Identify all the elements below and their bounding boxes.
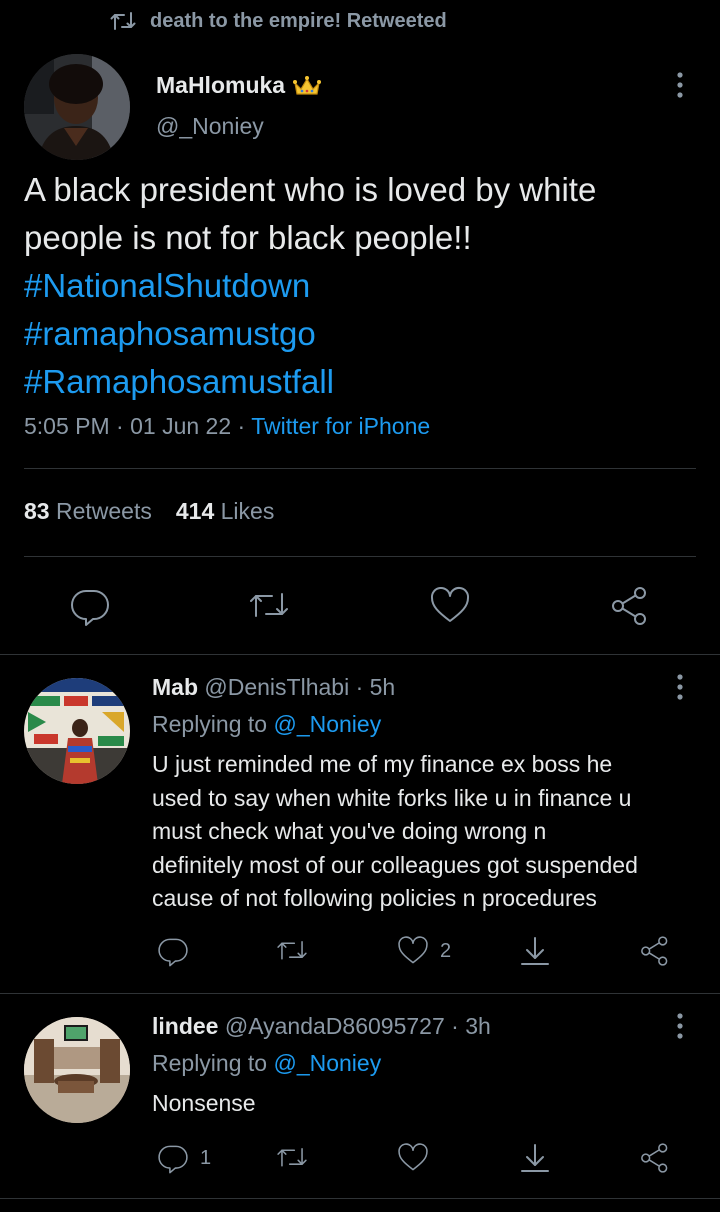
meta-separator: · xyxy=(116,413,124,439)
retweet-button[interactable] xyxy=(274,933,320,969)
like-count: 2 xyxy=(440,939,452,962)
reply-time: · 5h xyxy=(355,674,396,700)
share-button[interactable] xyxy=(638,1140,672,1176)
divider xyxy=(0,654,720,655)
divider xyxy=(24,556,696,557)
share-icon xyxy=(638,1141,672,1175)
retweet-banner: death to the empire! Retweeted xyxy=(110,6,447,36)
replying-to: Replying to @_Noniey xyxy=(152,711,381,738)
replying-to-label: Replying to xyxy=(152,711,268,737)
reply-button[interactable]: 1 xyxy=(156,1140,211,1176)
retweets-count: 83 xyxy=(24,498,50,524)
reply-button[interactable] xyxy=(156,933,200,969)
reply-header: lindee @AyandaD86095727 · 3h xyxy=(152,1013,491,1040)
more-options-icon[interactable] xyxy=(670,70,690,100)
tweet-text-line: A black president who is loved by white xyxy=(24,171,597,208)
tweet-date: 01 Jun 22 xyxy=(130,413,232,439)
reply-text: Nonsense xyxy=(152,1087,707,1121)
share-icon xyxy=(638,934,672,968)
like-button[interactable]: 2 xyxy=(396,933,451,969)
hashtag-link[interactable]: #ramaphosamustgo xyxy=(24,310,704,358)
reply-icon xyxy=(156,934,190,968)
reply-text-line: U just reminded me of my finance ex boss… xyxy=(152,751,613,777)
divider xyxy=(0,993,720,994)
like-icon[interactable] xyxy=(428,584,472,628)
retweet-icon xyxy=(274,934,310,968)
like-icon xyxy=(396,934,430,968)
reply-text-line: must check what you've doing wrong n xyxy=(152,818,547,844)
tweet-stats: 83 Retweets 414 Likes xyxy=(24,498,274,525)
retweets-label: Retweets xyxy=(55,498,152,524)
reply-author-name[interactable]: lindee xyxy=(152,1013,218,1039)
tweet-text-line: people is not for black people!! xyxy=(24,219,472,256)
more-options-icon[interactable] xyxy=(670,1011,690,1041)
retweet-banner-text: death to the empire! Retweeted xyxy=(150,9,447,32)
reply-author-name[interactable]: Mab xyxy=(152,674,198,700)
replying-to-handle[interactable]: @_Noniey xyxy=(273,711,381,737)
hashtag-link[interactable]: #Ramaphosamustfall xyxy=(24,358,704,406)
tweet-text: A black president who is loved by white … xyxy=(24,166,704,406)
reply-avatar[interactable] xyxy=(24,678,130,784)
retweet-icon xyxy=(274,1141,310,1175)
reply-count: 1 xyxy=(200,1146,212,1169)
like-button[interactable] xyxy=(396,1140,440,1176)
share-button[interactable] xyxy=(638,933,672,969)
download-icon xyxy=(518,1141,552,1175)
reply-icon[interactable] xyxy=(68,584,112,628)
replying-to-handle[interactable]: @_Noniey xyxy=(273,1050,381,1076)
reply-text: U just reminded me of my finance ex boss… xyxy=(152,748,707,916)
author-avatar[interactable] xyxy=(24,54,130,160)
reply-author-handle[interactable]: @DenisTlhabi xyxy=(204,674,349,700)
retweet-button[interactable] xyxy=(274,1140,320,1176)
likes-count: 414 xyxy=(175,498,215,524)
author-handle[interactable]: @_Noniey xyxy=(156,113,264,140)
author-name[interactable]: MaHlomuka xyxy=(156,72,322,99)
tweet-time: 5:05 PM xyxy=(24,413,110,439)
divider xyxy=(0,1198,720,1199)
retweet-icon[interactable] xyxy=(247,584,291,628)
retweet-icon xyxy=(110,10,136,32)
reply-text-line: Nonsense xyxy=(152,1090,256,1116)
author-name-text: MaHlomuka xyxy=(156,72,286,98)
reply-avatar[interactable] xyxy=(24,1017,130,1123)
likes-stat[interactable]: 414 Likes xyxy=(176,498,274,525)
meta-separator: · xyxy=(237,413,246,439)
replying-to-label: Replying to xyxy=(152,1050,268,1076)
more-options-icon[interactable] xyxy=(670,672,690,702)
crown-emoji-icon xyxy=(293,75,322,97)
reply-icon xyxy=(156,1141,190,1175)
download-button[interactable] xyxy=(518,1140,552,1176)
likes-label: Likes xyxy=(220,498,275,524)
retweets-stat[interactable]: 83 Retweets xyxy=(24,498,152,525)
reply-text-line: definitely most of our colleagues got su… xyxy=(152,851,638,878)
replying-to: Replying to @_Noniey xyxy=(152,1050,381,1077)
share-icon[interactable] xyxy=(608,584,652,628)
reply-author-handle[interactable]: @AyandaD86095727 xyxy=(225,1013,445,1039)
divider xyxy=(24,468,696,469)
tweet-client-link[interactable]: Twitter for iPhone xyxy=(251,413,430,439)
download-icon xyxy=(518,934,552,968)
reply-text-line: used to say when white forks like u in f… xyxy=(152,784,632,811)
like-icon xyxy=(396,1141,430,1175)
reply-time: · 3h xyxy=(451,1013,491,1039)
hashtag-link[interactable]: #NationalShutdown xyxy=(24,262,704,310)
download-button[interactable] xyxy=(518,933,552,969)
reply-text-line: cause of not following policies n proced… xyxy=(152,885,597,911)
reply-header: Mab @DenisTlhabi · 5h xyxy=(152,674,395,701)
tweet-meta: 5:05 PM · 01 Jun 22 · Twitter for iPhone xyxy=(24,413,430,440)
